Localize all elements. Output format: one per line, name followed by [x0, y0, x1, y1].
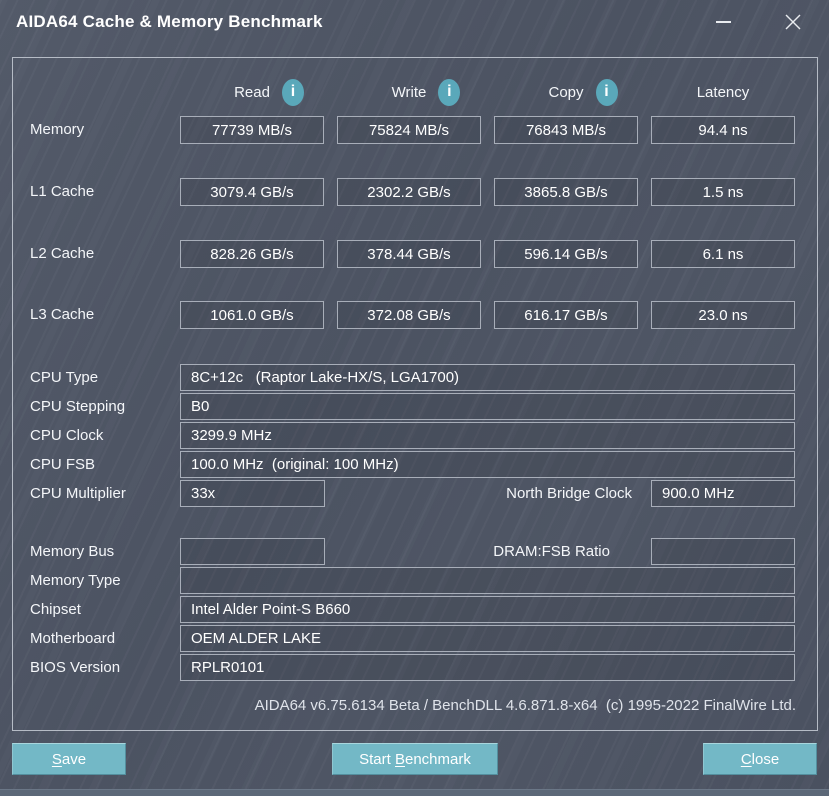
memory-latency-value: 94.4 ns	[651, 116, 795, 144]
dram-fsb-ratio-value	[651, 538, 795, 565]
cpu-type-value: 8C+12c (Raptor Lake-HX/S, LGA1700)	[180, 364, 795, 391]
close-window-button[interactable]	[772, 4, 814, 40]
copy-info-icon[interactable]: i	[596, 79, 618, 106]
close-icon	[785, 14, 801, 30]
memory-read-value: 77739 MB/s	[180, 116, 324, 144]
column-header-read: Read i	[180, 78, 324, 106]
version-copyright-text: AIDA64 v6.75.6134 Beta / BenchDLL 4.6.87…	[113, 697, 796, 714]
chipset-value: Intel Alder Point-S B660	[180, 596, 795, 623]
row-label-cpu-stepping: CPU Stepping	[30, 393, 125, 420]
column-header-write: Write i	[337, 78, 481, 106]
save-button[interactable]: Save	[12, 743, 126, 775]
row-label-l1-cache: L1 Cache	[30, 178, 94, 206]
close-button[interactable]: Close	[703, 743, 817, 775]
memory-write-value: 75824 MB/s	[337, 116, 481, 144]
minimize-icon	[716, 21, 731, 23]
start-benchmark-button[interactable]: Start Benchmark	[332, 743, 498, 775]
cpu-fsb-value: 100.0 MHz (original: 100 MHz)	[180, 451, 795, 478]
memory-bus-value	[180, 538, 325, 565]
cpu-clock-value: 3299.9 MHz	[180, 422, 795, 449]
l3-copy-value: 616.17 GB/s	[494, 301, 638, 329]
l2-write-value: 378.44 GB/s	[337, 240, 481, 268]
l2-latency-value: 6.1 ns	[651, 240, 795, 268]
bios-version-value: RPLR0101	[180, 654, 795, 681]
memory-copy-value: 76843 MB/s	[494, 116, 638, 144]
cpu-multiplier-value: 33x	[180, 480, 325, 507]
read-header-label: Read	[234, 84, 270, 101]
l3-write-value: 372.08 GB/s	[337, 301, 481, 329]
row-label-cpu-type: CPU Type	[30, 364, 98, 391]
minimize-button[interactable]	[702, 4, 744, 40]
row-label-cpu-multiplier: CPU Multiplier	[30, 480, 126, 507]
memory-type-value	[180, 567, 795, 594]
l1-read-value: 3079.4 GB/s	[180, 178, 324, 206]
row-label-bios-version: BIOS Version	[30, 654, 120, 681]
write-info-icon[interactable]: i	[438, 79, 460, 106]
read-info-icon[interactable]: i	[282, 79, 304, 106]
column-header-latency: Latency	[651, 78, 795, 106]
l3-latency-value: 23.0 ns	[651, 301, 795, 329]
aida64-benchmark-window: AIDA64 Cache & Memory Benchmark Read i W…	[0, 0, 829, 796]
row-label-memory-bus: Memory Bus	[30, 538, 114, 565]
content-panel: Read i Write i Copy i Latency Memory 777…	[12, 57, 818, 731]
north-bridge-clock-value: 900.0 MHz	[651, 480, 795, 507]
window-title: AIDA64 Cache & Memory Benchmark	[16, 12, 323, 32]
l3-read-value: 1061.0 GB/s	[180, 301, 324, 329]
window-bottom-edge	[0, 789, 829, 796]
l1-latency-value: 1.5 ns	[651, 178, 795, 206]
motherboard-value: OEM ALDER LAKE	[180, 625, 795, 652]
cpu-stepping-value: B0	[180, 393, 795, 420]
write-header-label: Write	[392, 84, 427, 101]
l2-copy-value: 596.14 GB/s	[494, 240, 638, 268]
l1-copy-value: 3865.8 GB/s	[494, 178, 638, 206]
copy-header-label: Copy	[548, 84, 583, 101]
row-label-l2-cache: L2 Cache	[30, 240, 94, 268]
north-bridge-clock-label: North Bridge Clock	[343, 480, 632, 507]
row-label-memory: Memory	[30, 116, 84, 144]
row-label-cpu-fsb: CPU FSB	[30, 451, 95, 478]
l2-read-value: 828.26 GB/s	[180, 240, 324, 268]
row-label-motherboard: Motherboard	[30, 625, 115, 652]
row-label-cpu-clock: CPU Clock	[30, 422, 103, 449]
row-label-memory-type: Memory Type	[30, 567, 121, 594]
latency-header-label: Latency	[697, 84, 750, 101]
row-label-chipset: Chipset	[30, 596, 81, 623]
row-label-l3-cache: L3 Cache	[30, 301, 94, 329]
l1-write-value: 2302.2 GB/s	[337, 178, 481, 206]
column-header-copy: Copy i	[494, 78, 638, 106]
dram-fsb-ratio-label: DRAM:FSB Ratio	[343, 538, 610, 565]
